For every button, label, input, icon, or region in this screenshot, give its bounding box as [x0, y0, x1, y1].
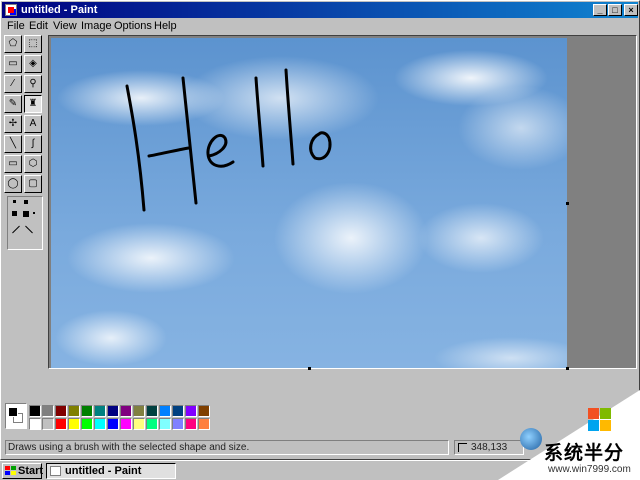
brush-slant-option[interactable]	[12, 225, 20, 234]
eyedropper-icon[interactable]: ⁄	[4, 75, 22, 93]
palette-swatch[interactable]	[55, 418, 67, 430]
brush-shape-options[interactable]	[7, 196, 43, 250]
palette-swatch[interactable]	[146, 418, 158, 430]
palette-swatch[interactable]	[120, 418, 132, 430]
site-watermark: 系统半分 www.win7999.com	[498, 380, 640, 480]
palette-swatch[interactable]	[172, 418, 184, 430]
drawing-canvas[interactable]	[51, 38, 567, 368]
magnifier-icon[interactable]: ⚲	[24, 75, 42, 93]
rectangle-tool-icon[interactable]: ▭	[4, 155, 22, 173]
letter-e	[206, 133, 235, 168]
watermark-url: www.win7999.com	[548, 464, 631, 475]
letter-h-right	[181, 76, 198, 205]
brush-size-option[interactable]	[12, 211, 17, 216]
foreground-color	[8, 407, 18, 417]
palette-swatch[interactable]	[94, 418, 106, 430]
palette-swatch[interactable]	[133, 405, 145, 417]
palette-swatch[interactable]	[29, 418, 41, 430]
palette-swatch[interactable]	[107, 405, 119, 417]
workspace	[48, 35, 637, 370]
palette-swatch[interactable]	[29, 405, 41, 417]
polygon-tool-icon[interactable]: ⬡	[24, 155, 42, 173]
brush-size-option[interactable]	[33, 212, 35, 214]
brush-size-option[interactable]	[23, 211, 29, 217]
menu-help[interactable]: Help	[154, 19, 177, 33]
start-button[interactable]: Start	[2, 463, 44, 479]
ellipse-tool-icon[interactable]: ◯	[4, 175, 22, 193]
resize-handle-right[interactable]	[566, 202, 569, 205]
watermark-text: 系统半分	[544, 442, 625, 464]
paint-app-icon[interactable]	[5, 4, 17, 16]
palette-swatch[interactable]	[42, 418, 54, 430]
status-message: Draws using a brush with the selected sh…	[5, 440, 449, 455]
paint-task-icon	[50, 466, 61, 476]
palette-swatch[interactable]	[133, 418, 145, 430]
taskbar-paint-label: untitled - Paint	[65, 465, 142, 477]
rounded-rect-tool-icon[interactable]: ▢	[24, 175, 42, 193]
maximize-button[interactable]: □	[608, 4, 622, 16]
palette-swatch[interactable]	[159, 418, 171, 430]
letter-l1	[254, 76, 265, 168]
airbrush-icon[interactable]: ✢	[4, 115, 22, 133]
close-button[interactable]: ×	[624, 4, 638, 16]
menu-view[interactable]: View	[53, 19, 77, 33]
menu-image[interactable]: Image	[81, 19, 112, 33]
palette-swatch[interactable]	[68, 418, 80, 430]
menu-edit[interactable]: Edit	[29, 19, 48, 33]
letter-h-left	[125, 84, 146, 212]
palette-swatch[interactable]	[42, 405, 54, 417]
windows-flag-icon	[5, 466, 16, 475]
eraser-icon[interactable]: ▭	[4, 55, 22, 73]
hello-drawing	[125, 68, 332, 212]
minimize-button[interactable]: _	[593, 4, 607, 16]
palette-swatch[interactable]	[55, 405, 67, 417]
palette-swatch[interactable]	[198, 405, 210, 417]
letter-l2	[284, 68, 295, 166]
palette-swatch[interactable]	[198, 418, 210, 430]
palette-swatch[interactable]	[185, 418, 197, 430]
title-bar[interactable]: untitled - Paint _ □ ×	[2, 2, 638, 18]
free-form-select-icon[interactable]: ⬠	[4, 35, 22, 53]
brush-icon[interactable]: ♜	[24, 95, 42, 113]
resize-handle-corner[interactable]	[566, 367, 569, 370]
brush-slant-option[interactable]	[25, 225, 33, 234]
letter-o	[309, 131, 332, 161]
fill-bucket-icon[interactable]: ◈	[24, 55, 42, 73]
palette-swatch[interactable]	[185, 405, 197, 417]
coordinates-icon	[458, 443, 467, 452]
current-colors	[5, 403, 27, 429]
palette-swatch[interactable]	[146, 405, 158, 417]
line-tool-icon[interactable]: ╲	[4, 135, 22, 153]
curve-tool-icon[interactable]: ∫	[24, 135, 42, 153]
rect-select-icon[interactable]: ⬚	[24, 35, 42, 53]
resize-handle-bottom[interactable]	[308, 367, 311, 370]
menu-options[interactable]: Options	[114, 19, 152, 33]
palette-swatch[interactable]	[81, 405, 93, 417]
start-label: Start	[18, 465, 44, 477]
palette-swatch[interactable]	[172, 405, 184, 417]
letter-h-bar	[147, 146, 191, 158]
palette-swatch[interactable]	[159, 405, 171, 417]
window-title: untitled - Paint	[21, 4, 98, 16]
palette-swatch[interactable]	[107, 418, 119, 430]
brush-size-option[interactable]	[24, 200, 28, 204]
taskbar-paint-button[interactable]: untitled - Paint	[46, 463, 176, 479]
palette-swatch[interactable]	[94, 405, 106, 417]
palette-swatch[interactable]	[120, 405, 132, 417]
palette-swatch[interactable]	[68, 405, 80, 417]
pencil-icon[interactable]: ✎	[4, 95, 22, 113]
menu-file[interactable]: File	[7, 19, 25, 33]
menu-bar: File Edit View Image Options Help	[2, 19, 638, 33]
text-tool-icon[interactable]: A	[24, 115, 42, 133]
palette-swatch[interactable]	[81, 418, 93, 430]
brush-size-option[interactable]	[13, 200, 16, 203]
